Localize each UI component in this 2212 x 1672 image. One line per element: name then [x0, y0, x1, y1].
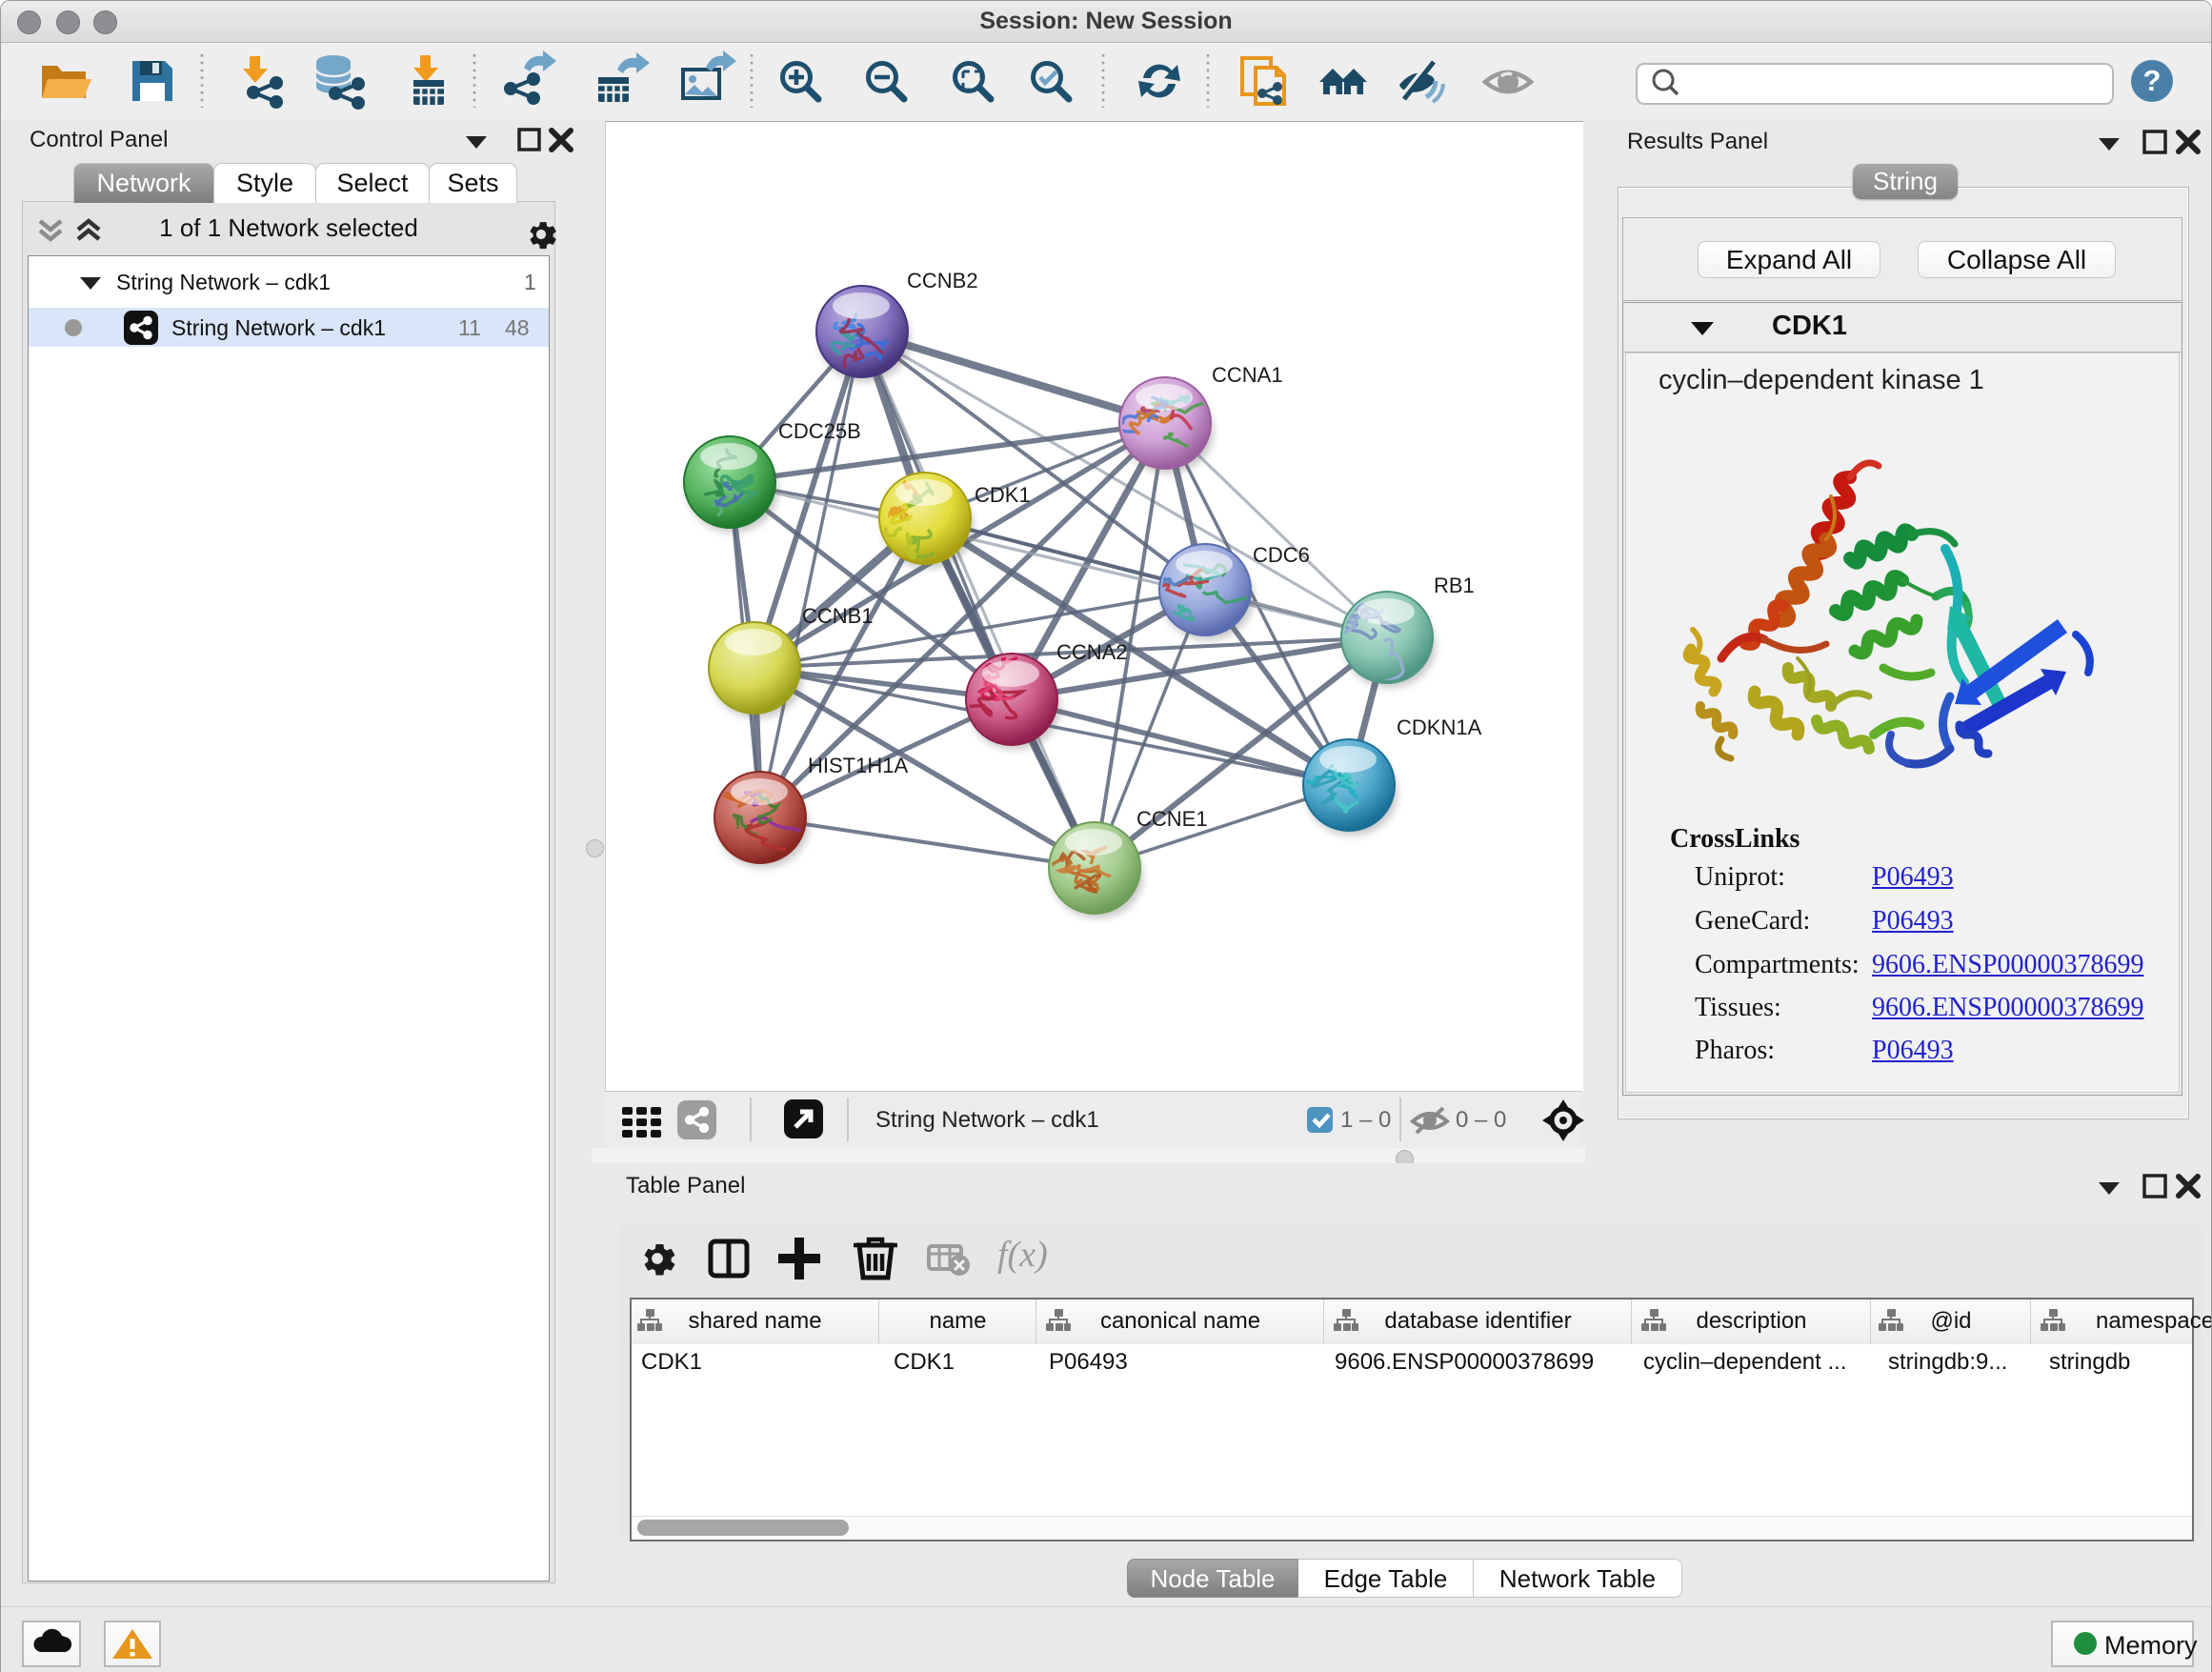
- svg-text:CDKN1A: CDKN1A: [1397, 715, 1482, 739]
- svg-text:CCNB2: CCNB2: [907, 269, 978, 292]
- svg-text:CDC25B: CDC25B: [778, 419, 861, 443]
- svg-text:CDK1: CDK1: [975, 483, 1031, 507]
- svg-text:HIST1H1A: HIST1H1A: [808, 754, 908, 777]
- svg-text:RB1: RB1: [1434, 574, 1475, 597]
- svg-text:CCNA1: CCNA1: [1212, 363, 1283, 387]
- svg-text:CDC6: CDC6: [1253, 543, 1310, 567]
- svg-text:CCNE1: CCNE1: [1136, 807, 1208, 831]
- svg-text:CCNA2: CCNA2: [1056, 640, 1128, 664]
- svg-text:CCNB1: CCNB1: [802, 604, 874, 628]
